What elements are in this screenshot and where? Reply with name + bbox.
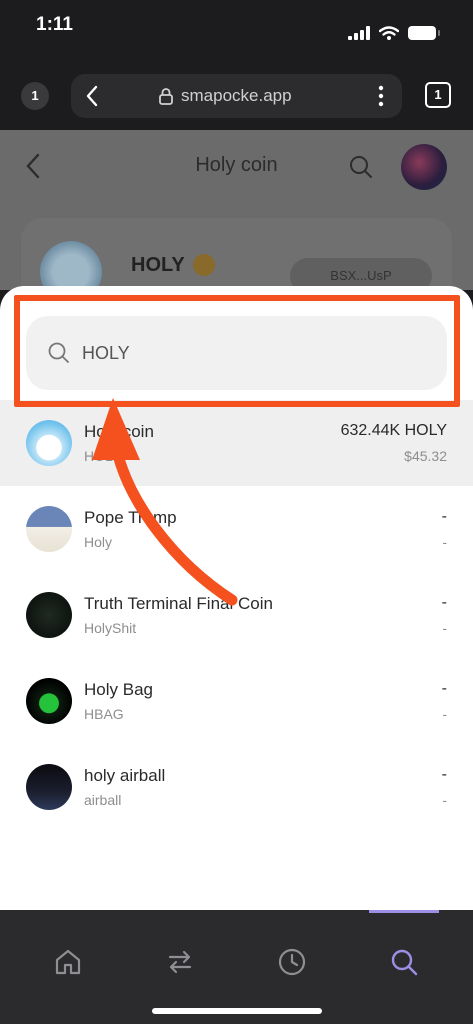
page-background: Holy coin HOLY BSX...UsP: [0, 130, 473, 308]
item-symbol: HolyShit: [84, 620, 137, 636]
nav-history[interactable]: [262, 932, 322, 992]
item-name: Pope Trump: [84, 508, 177, 527]
item-symbol: HBAG: [84, 706, 124, 722]
verified-badge-icon: [193, 254, 215, 276]
url-bar[interactable]: smapocke.app: [71, 74, 402, 118]
home-indicator: [152, 1008, 322, 1014]
list-item[interactable]: Holy Bag HBAG - -: [0, 658, 473, 744]
tab-count-badge[interactable]: 1: [21, 82, 49, 110]
status-icons: [348, 26, 440, 40]
back-icon[interactable]: [85, 85, 99, 107]
search-sheet: Holy coin HOLY 632.44K HOLY $45.32 Pope …: [0, 286, 473, 910]
search-field[interactable]: [26, 316, 447, 390]
nav-swap[interactable]: [150, 932, 210, 992]
url-display[interactable]: smapocke.app: [159, 86, 292, 106]
item-symbol: Holy: [84, 534, 113, 550]
tabs-button[interactable]: 1: [425, 82, 451, 108]
item-symbol: HOLY: [84, 448, 122, 464]
item-balance: -: [441, 680, 447, 697]
item-name: holy airball: [84, 766, 166, 785]
item-balance: 632.44K HOLY: [340, 422, 447, 439]
item-balance: -: [441, 766, 447, 783]
battery-icon: [408, 26, 440, 40]
item-usd: -: [442, 792, 447, 808]
truth-terminal-logo: [26, 592, 72, 638]
item-name: Truth Terminal Final Coin: [84, 594, 273, 613]
item-balance: -: [441, 508, 447, 525]
page-search-icon: [350, 156, 372, 178]
pope-trump-logo: [26, 506, 72, 552]
list-item[interactable]: Pope Trump Holy - -: [0, 486, 473, 572]
item-usd: $45.32: [404, 448, 447, 464]
holy-airball-logo: [26, 764, 72, 810]
nav-search[interactable]: [374, 932, 434, 992]
item-usd: -: [442, 620, 447, 636]
more-icon[interactable]: [378, 85, 384, 107]
wifi-icon: [379, 26, 399, 40]
lock-icon: [159, 88, 173, 105]
item-symbol: airball: [84, 792, 122, 808]
browser-bar: 1 smapocke.app 1: [0, 58, 473, 130]
holy-coin-logo: [26, 420, 72, 466]
list-item[interactable]: holy airball airball - -: [0, 744, 473, 830]
item-name: Holy coin: [84, 422, 154, 441]
item-balance: -: [441, 594, 447, 611]
item-name: Holy Bag: [84, 680, 153, 699]
active-tab-indicator: [369, 910, 439, 913]
search-input[interactable]: [82, 334, 422, 372]
status-bar: 1:11: [0, 0, 473, 58]
profile-avatar: [401, 144, 447, 190]
swap-icon: [168, 950, 192, 974]
url-text: smapocke.app: [181, 86, 292, 105]
results-list: Holy coin HOLY 632.44K HOLY $45.32 Pope …: [0, 400, 473, 830]
search-icon: [48, 342, 69, 363]
list-item[interactable]: Holy coin HOLY 632.44K HOLY $45.32: [0, 400, 473, 486]
home-icon: [55, 949, 81, 975]
holy-bag-logo: [26, 678, 72, 724]
list-item[interactable]: Truth Terminal Final Coin HolyShit - -: [0, 572, 473, 658]
signal-icon: [348, 26, 370, 40]
history-icon: [278, 948, 306, 976]
item-usd: -: [442, 706, 447, 722]
item-usd: -: [442, 534, 447, 550]
token-name: HOLY: [131, 254, 185, 276]
status-time: 1:11: [36, 14, 73, 35]
bottom-nav: [0, 910, 473, 1024]
nav-home[interactable]: [38, 932, 98, 992]
search-icon: [391, 949, 418, 976]
